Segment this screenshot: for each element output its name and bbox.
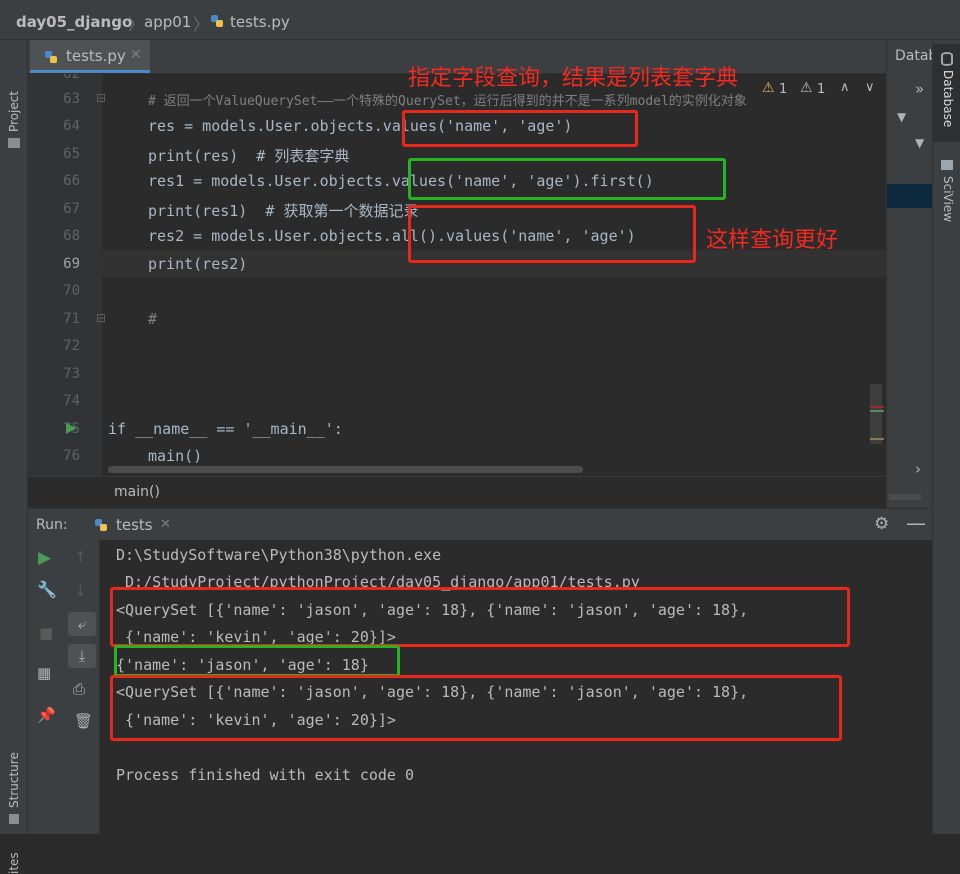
tab-label: tests.py (66, 47, 126, 65)
annotation-text: 这样查询更好 (706, 228, 839, 253)
breadcrumb-function[interactable]: main() (114, 484, 160, 500)
scroll-to-end-icon[interactable]: ⤓ (68, 644, 96, 668)
highlight-box (110, 675, 842, 741)
breadcrumb-module[interactable]: app01 (144, 13, 191, 31)
soft-wrap-icon[interactable]: ⤶ (68, 612, 96, 636)
line-number: 63 (63, 91, 80, 107)
weak-warning-count: 1 (817, 82, 826, 97)
chevron-down-icon[interactable]: ∨ (865, 80, 875, 95)
line-number: 68 (63, 228, 80, 244)
vertical-scrollbar[interactable] (870, 384, 882, 444)
arrow-down-icon[interactable]: ↓ (74, 582, 87, 600)
chevron-up-icon[interactable]: ∧ (840, 80, 850, 95)
database-panel: Datab » ▼ ▼ › (886, 40, 937, 508)
warning-icon[interactable]: ⚠ (762, 80, 775, 96)
layout-icon[interactable]: ▦ (37, 664, 51, 682)
right-tool-strip: Database SciView (932, 40, 960, 834)
chevron-down-icon[interactable]: ▼ (915, 136, 924, 150)
folder-icon (8, 138, 20, 148)
line-number: 62 (63, 74, 80, 82)
tab-tests-py[interactable]: tests.py ✕ (30, 40, 150, 73)
line-number: 76 (63, 448, 80, 464)
pin-icon[interactable]: 📌 (37, 706, 56, 724)
structure-tool-button[interactable]: Structure (7, 752, 21, 808)
run-tab-tests[interactable]: tests (116, 516, 153, 534)
sciview-icon (941, 160, 953, 170)
highlight-box (408, 205, 696, 263)
line-number: 66 (63, 173, 80, 189)
chevron-right-icon[interactable]: › (915, 460, 921, 478)
stop-icon[interactable]: ■ (39, 624, 53, 642)
highlight-box (114, 645, 400, 677)
selected-row (887, 184, 933, 208)
navigation-bar: day05_django 〉 app01 〉 tests.py (0, 0, 960, 40)
run-toolbar-primary: ▶ 🔧 ■ ▦ 📌 (28, 540, 64, 834)
error-stripe-marker (870, 438, 884, 440)
code-line: print(res1) # 获取第一个数据记录 (148, 202, 419, 220)
highlight-box (110, 587, 850, 647)
editor-breadcrumb-bar: main() (28, 476, 886, 508)
close-icon[interactable]: ✕ (130, 47, 142, 63)
favorites-tool-button[interactable]: ites (7, 852, 21, 874)
breadcrumb-file[interactable]: tests.py (230, 13, 290, 31)
run-label: Run: (36, 517, 68, 533)
sciview-tool-button[interactable]: SciView (941, 176, 955, 222)
line-number: 72 (63, 338, 80, 354)
line-number: 70 (63, 283, 80, 299)
line-number: 65 (63, 146, 80, 162)
console-line: D:\StudySoftware\Python38\python.exe (116, 546, 442, 564)
python-file-icon (94, 517, 108, 531)
error-stripe-marker (870, 410, 884, 412)
arrow-up-icon[interactable]: ↑ (74, 548, 87, 566)
warning-count: 1 (779, 82, 788, 97)
python-file-icon (44, 49, 58, 63)
code-line: print(res2) (148, 255, 248, 273)
line-number: 64 (63, 118, 80, 134)
gear-icon[interactable]: ⚙ (874, 514, 889, 534)
double-chevron-right-icon[interactable]: » (915, 80, 924, 98)
minimize-icon[interactable]: — (906, 511, 926, 535)
weak-warning-icon[interactable]: ⚠ (800, 80, 813, 96)
wrench-icon[interactable]: 🔧 (37, 580, 57, 599)
print-icon[interactable]: ⎙ (73, 680, 85, 698)
chevron-right-icon: 〉 (128, 15, 145, 34)
code-line: # (148, 310, 158, 328)
rerun-icon[interactable]: ▶ (38, 548, 51, 568)
fold-icon[interactable]: ⊟ (96, 91, 106, 105)
line-number: 67 (63, 201, 80, 217)
code-line: main() (148, 447, 203, 465)
database-tool-button[interactable]: Database (941, 70, 955, 127)
panel-scrollbar[interactable] (889, 494, 921, 500)
database-panel-title: Datab (895, 48, 938, 64)
close-icon[interactable]: ✕ (160, 517, 171, 532)
console-line: Process finished with exit code 0 (116, 766, 415, 784)
structure-icon (9, 814, 19, 824)
code-line: if __name__ == '__main__': (108, 420, 343, 438)
highlight-box (402, 110, 638, 147)
annotation-text: 指定字段查询，结果是列表套字典 (408, 66, 739, 91)
run-gutter-icon[interactable]: ▶ (66, 420, 77, 436)
line-number: 69 (63, 256, 80, 272)
line-number: 73 (63, 366, 80, 382)
breadcrumb-project[interactable]: day05_django (16, 13, 132, 31)
line-gutter (28, 74, 102, 476)
code-line: # 返回一个ValueQuerySet——一个特殊的QuerySet，运行后得到… (148, 94, 747, 109)
run-panel-header: Run: tests ✕ ⚙ — (28, 508, 932, 540)
highlight-box (408, 158, 726, 200)
chevron-right-icon: 〉 (193, 15, 210, 34)
trash-icon[interactable]: 🗑 (74, 712, 93, 730)
fold-icon[interactable]: ⊟ (96, 311, 106, 325)
line-number: 74 (63, 393, 80, 409)
horizontal-scrollbar[interactable] (108, 466, 583, 473)
chevron-down-icon[interactable]: ▼ (897, 110, 906, 124)
run-toolbar-secondary: ↑ ↓ ⤶ ⤓ ⎙ 🗑 (64, 540, 100, 834)
database-icon (941, 52, 953, 66)
error-stripe-marker (870, 406, 884, 408)
python-file-icon (210, 13, 224, 27)
line-number: 71 (63, 311, 80, 327)
left-tool-strip: Project Structure ites (0, 40, 28, 874)
code-line: print(res) # 列表套字典 (148, 147, 350, 165)
project-tool-button[interactable]: Project (7, 91, 21, 132)
